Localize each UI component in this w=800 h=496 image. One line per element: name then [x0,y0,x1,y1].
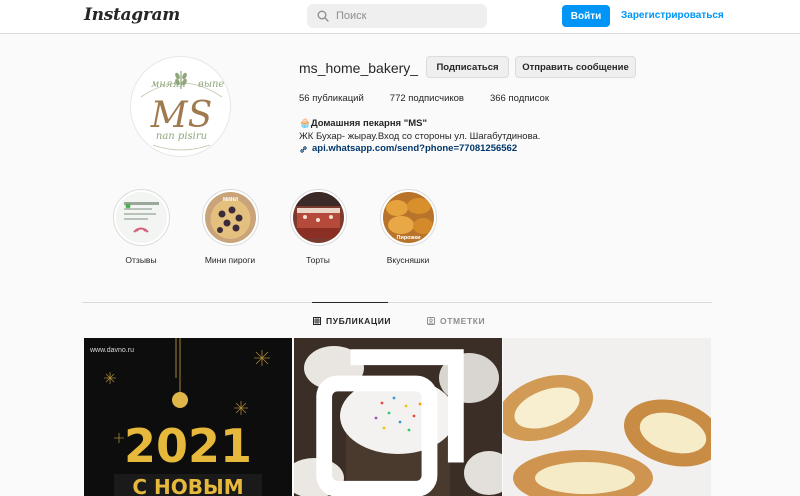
highlight-label: Вкусняшки [386,255,430,265]
post-thumbnail[interactable] [294,338,502,496]
mini-pie-icon: МИНИ [204,192,256,243]
bio-name: 🧁Домашняя пекарня "MS" [299,118,427,129]
post-watermark: www.davno.ru [89,347,134,354]
link-icon [300,146,307,153]
following-count[interactable]: 366 подписок [490,93,549,104]
login-button[interactable]: Войти [562,5,610,27]
highlight-reviews[interactable]: Отзывы [106,189,176,265]
tab-tagged[interactable]: ОТМЕТКИ [427,316,485,326]
highlight-mini-pies[interactable]: МИНИ Мини пироги [195,189,265,265]
bio-link-text[interactable]: api.whatsapp.com/send?phone=77081256562 [312,143,517,156]
send-message-button[interactable]: Отправить сообщение [515,56,636,78]
tab-posts[interactable]: ПУБЛИКАЦИИ [313,316,391,326]
follow-button[interactable]: Подписаться [426,56,509,78]
search-box[interactable] [307,4,487,28]
highlight-label: Мини пироги [204,255,256,265]
avatar-text-top-right: выпе [198,79,224,90]
profile-avatar[interactable]: мняяя выпе MS nan pisiru [130,56,231,157]
reviews-screenshot-icon [115,192,167,243]
profile-stats: 56 публикаций 772 подписчиков 366 подпис… [299,93,575,104]
bio-link[interactable]: api.whatsapp.com/send?phone=77081256562 [299,143,540,156]
avatar-monogram: MS [150,95,213,136]
highlight-label: Отзывы [125,255,157,265]
post-thumbnail[interactable]: www.davno.ru 2021 С НОВЫМ [84,338,292,496]
post-greeting: С НОВЫМ [132,475,243,496]
posts-count: 56 публикаций [299,93,364,104]
multiple-photos-icon [316,349,464,496]
tab-tagged-label: ОТМЕТКИ [440,316,486,326]
tagged-icon [427,317,435,325]
highlight-pastries[interactable]: Пирожки Вкусняшки [373,189,443,265]
tab-posts-label: ПУБЛИКАЦИИ [326,316,392,326]
post-year: 2021 [124,419,252,473]
highlight-overlay-mini: МИНИ [223,197,238,203]
search-input[interactable] [336,10,476,22]
profile-username: ms_home_bakery_ [299,60,419,76]
followers-count[interactable]: 772 подписчиков [390,93,464,104]
highlight-label: Торты [306,255,330,265]
cake-icon [292,192,344,243]
search-icon [317,10,329,22]
bio-address: ЖК Бухар- жырау.Вход со стороны ул. Шага… [299,130,541,142]
instagram-logo[interactable]: Instagram [84,5,180,25]
avatar-text-bottom: nan pisiru [156,131,207,142]
profile-bio: 🧁Домашняя пекарня "MS" ЖК Бухар- жырау.В… [299,118,540,156]
pastries-icon: Пирожки [382,192,434,243]
tabs-divider [82,302,712,303]
active-tab-indicator [312,302,388,303]
highlight-overlay-pastries: Пирожки [396,235,420,241]
signup-link[interactable]: Зарегистрироваться [621,10,724,21]
new-year-post-image: www.davno.ru 2021 С НОВЫМ [84,338,292,496]
post-thumbnail[interactable] [503,338,711,496]
top-navbar: Instagram Войти Зарегистрироваться [0,0,800,34]
khachapuri-post-image [503,338,711,496]
bakery-logo: мняяя выпе MS nan pisiru [131,57,230,156]
highlight-cakes[interactable]: Торты [283,189,353,265]
grid-icon [313,317,321,325]
